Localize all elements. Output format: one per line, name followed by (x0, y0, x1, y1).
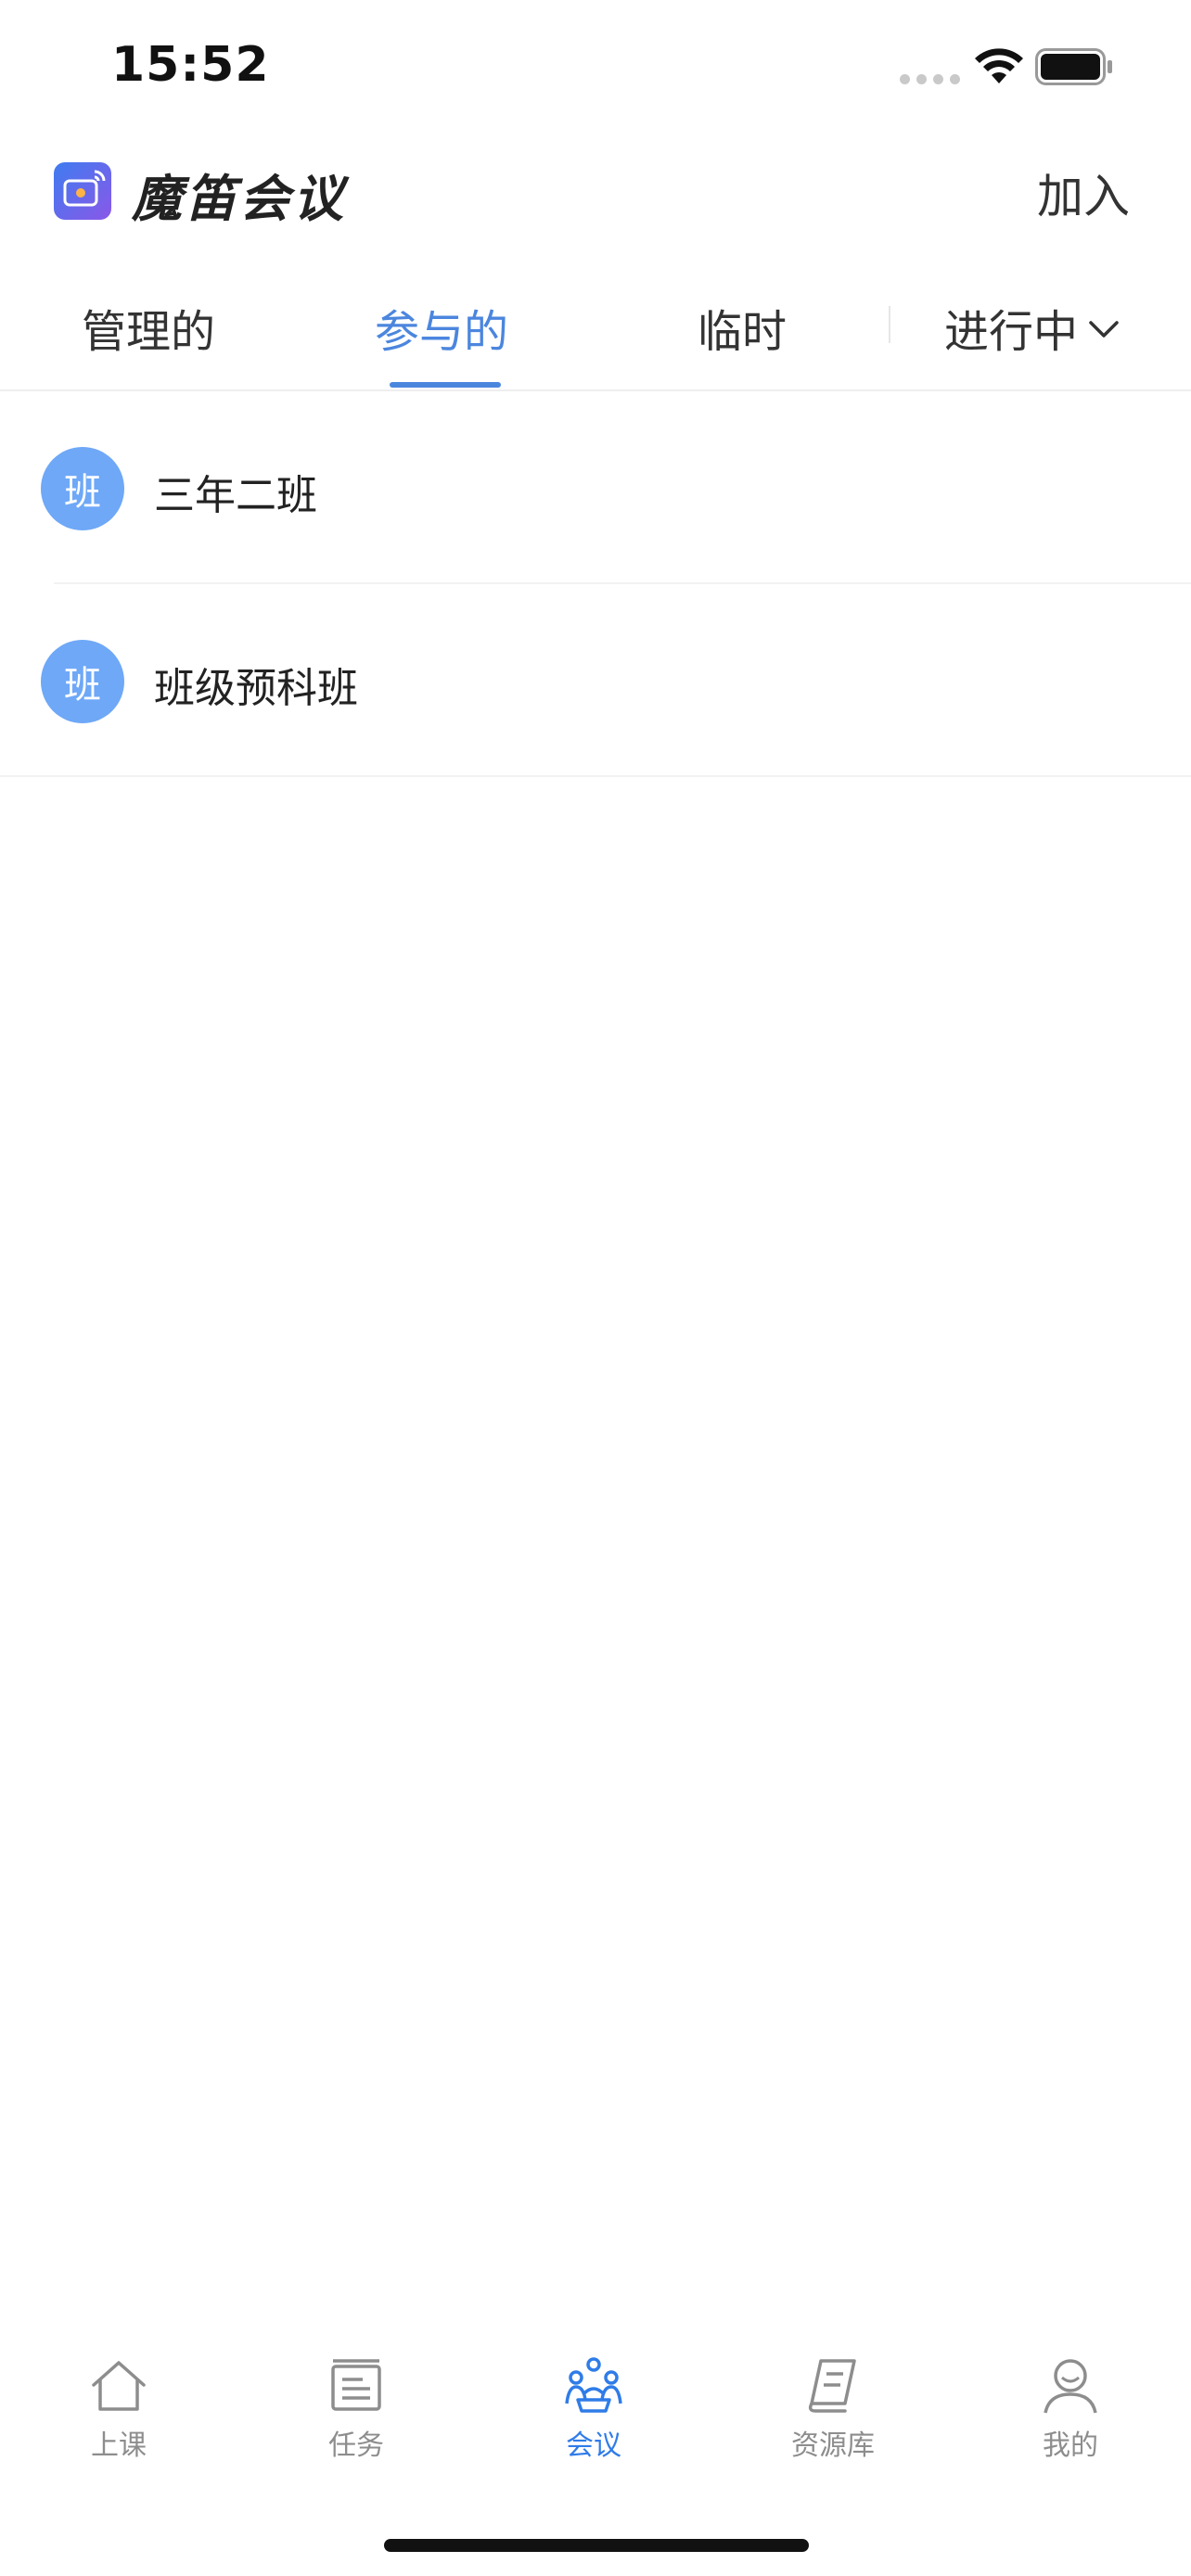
meeting-list: 班 三年二班 班 班级预科班 (0, 391, 1191, 777)
nav-item-resources[interactable]: 资源库 (759, 2355, 907, 2463)
status-filter-label: 进行中 (944, 306, 1079, 358)
list-item[interactable]: 班 三年二班 (0, 391, 1191, 584)
meeting-name: 班级预科班 (154, 665, 358, 712)
nav-label: 我的 (1043, 2429, 1098, 2462)
nav-label: 资源库 (791, 2429, 875, 2462)
meeting-tabs: 管理的 参与的 临时 进行中 (0, 278, 1191, 391)
app-title: 魔笛会议 (132, 170, 347, 228)
meeting-page: 15:52 魔笛会议 加入 管理的 参与的 临时 进行中 班 三年二班 班 班级… (0, 0, 1191, 2576)
cellular-signal-icon (900, 74, 960, 84)
tab-temporary[interactable]: 临时 (698, 295, 787, 360)
tab-participated[interactable]: 参与的 (375, 295, 508, 360)
wifi-icon (975, 48, 1023, 83)
meeting-name: 三年二班 (154, 472, 317, 519)
tab-managed[interactable]: 管理的 (82, 295, 215, 360)
status-time: 15:52 (111, 37, 270, 93)
home-icon (92, 2361, 146, 2411)
avatar: 班 (41, 640, 124, 723)
battery-icon (1035, 48, 1112, 85)
profile-icon (1044, 2359, 1097, 2414)
avatar: 班 (41, 447, 124, 530)
nav-label: 任务 (328, 2429, 384, 2462)
app-logo-icon (54, 162, 111, 220)
list-item[interactable]: 班 班级预科班 (0, 584, 1191, 777)
nav-item-task[interactable]: 任务 (282, 2355, 430, 2463)
bottom-tab-bar: 上课 任务 会议 资源库 我的 (0, 2355, 1191, 2504)
active-tab-indicator (390, 382, 501, 388)
nav-item-meeting[interactable]: 会议 (519, 2355, 668, 2463)
meeting-icon (565, 2357, 622, 2413)
nav-label: 会议 (566, 2429, 621, 2462)
divider (0, 775, 1191, 777)
home-indicator (384, 2539, 809, 2552)
app-header: 魔笛会议 加入 (0, 148, 1191, 250)
book-icon (808, 2359, 856, 2413)
nav-label: 上课 (91, 2429, 147, 2462)
tab-divider (889, 306, 890, 343)
status-bar: 15:52 (0, 0, 1191, 130)
task-icon (331, 2359, 381, 2411)
join-button[interactable]: 加入 (1037, 159, 1130, 226)
chevron-down-icon (1089, 321, 1119, 338)
status-filter-dropdown[interactable]: 进行中 (944, 295, 1121, 360)
nav-item-class[interactable]: 上课 (45, 2355, 193, 2463)
nav-item-profile[interactable]: 我的 (996, 2355, 1145, 2463)
